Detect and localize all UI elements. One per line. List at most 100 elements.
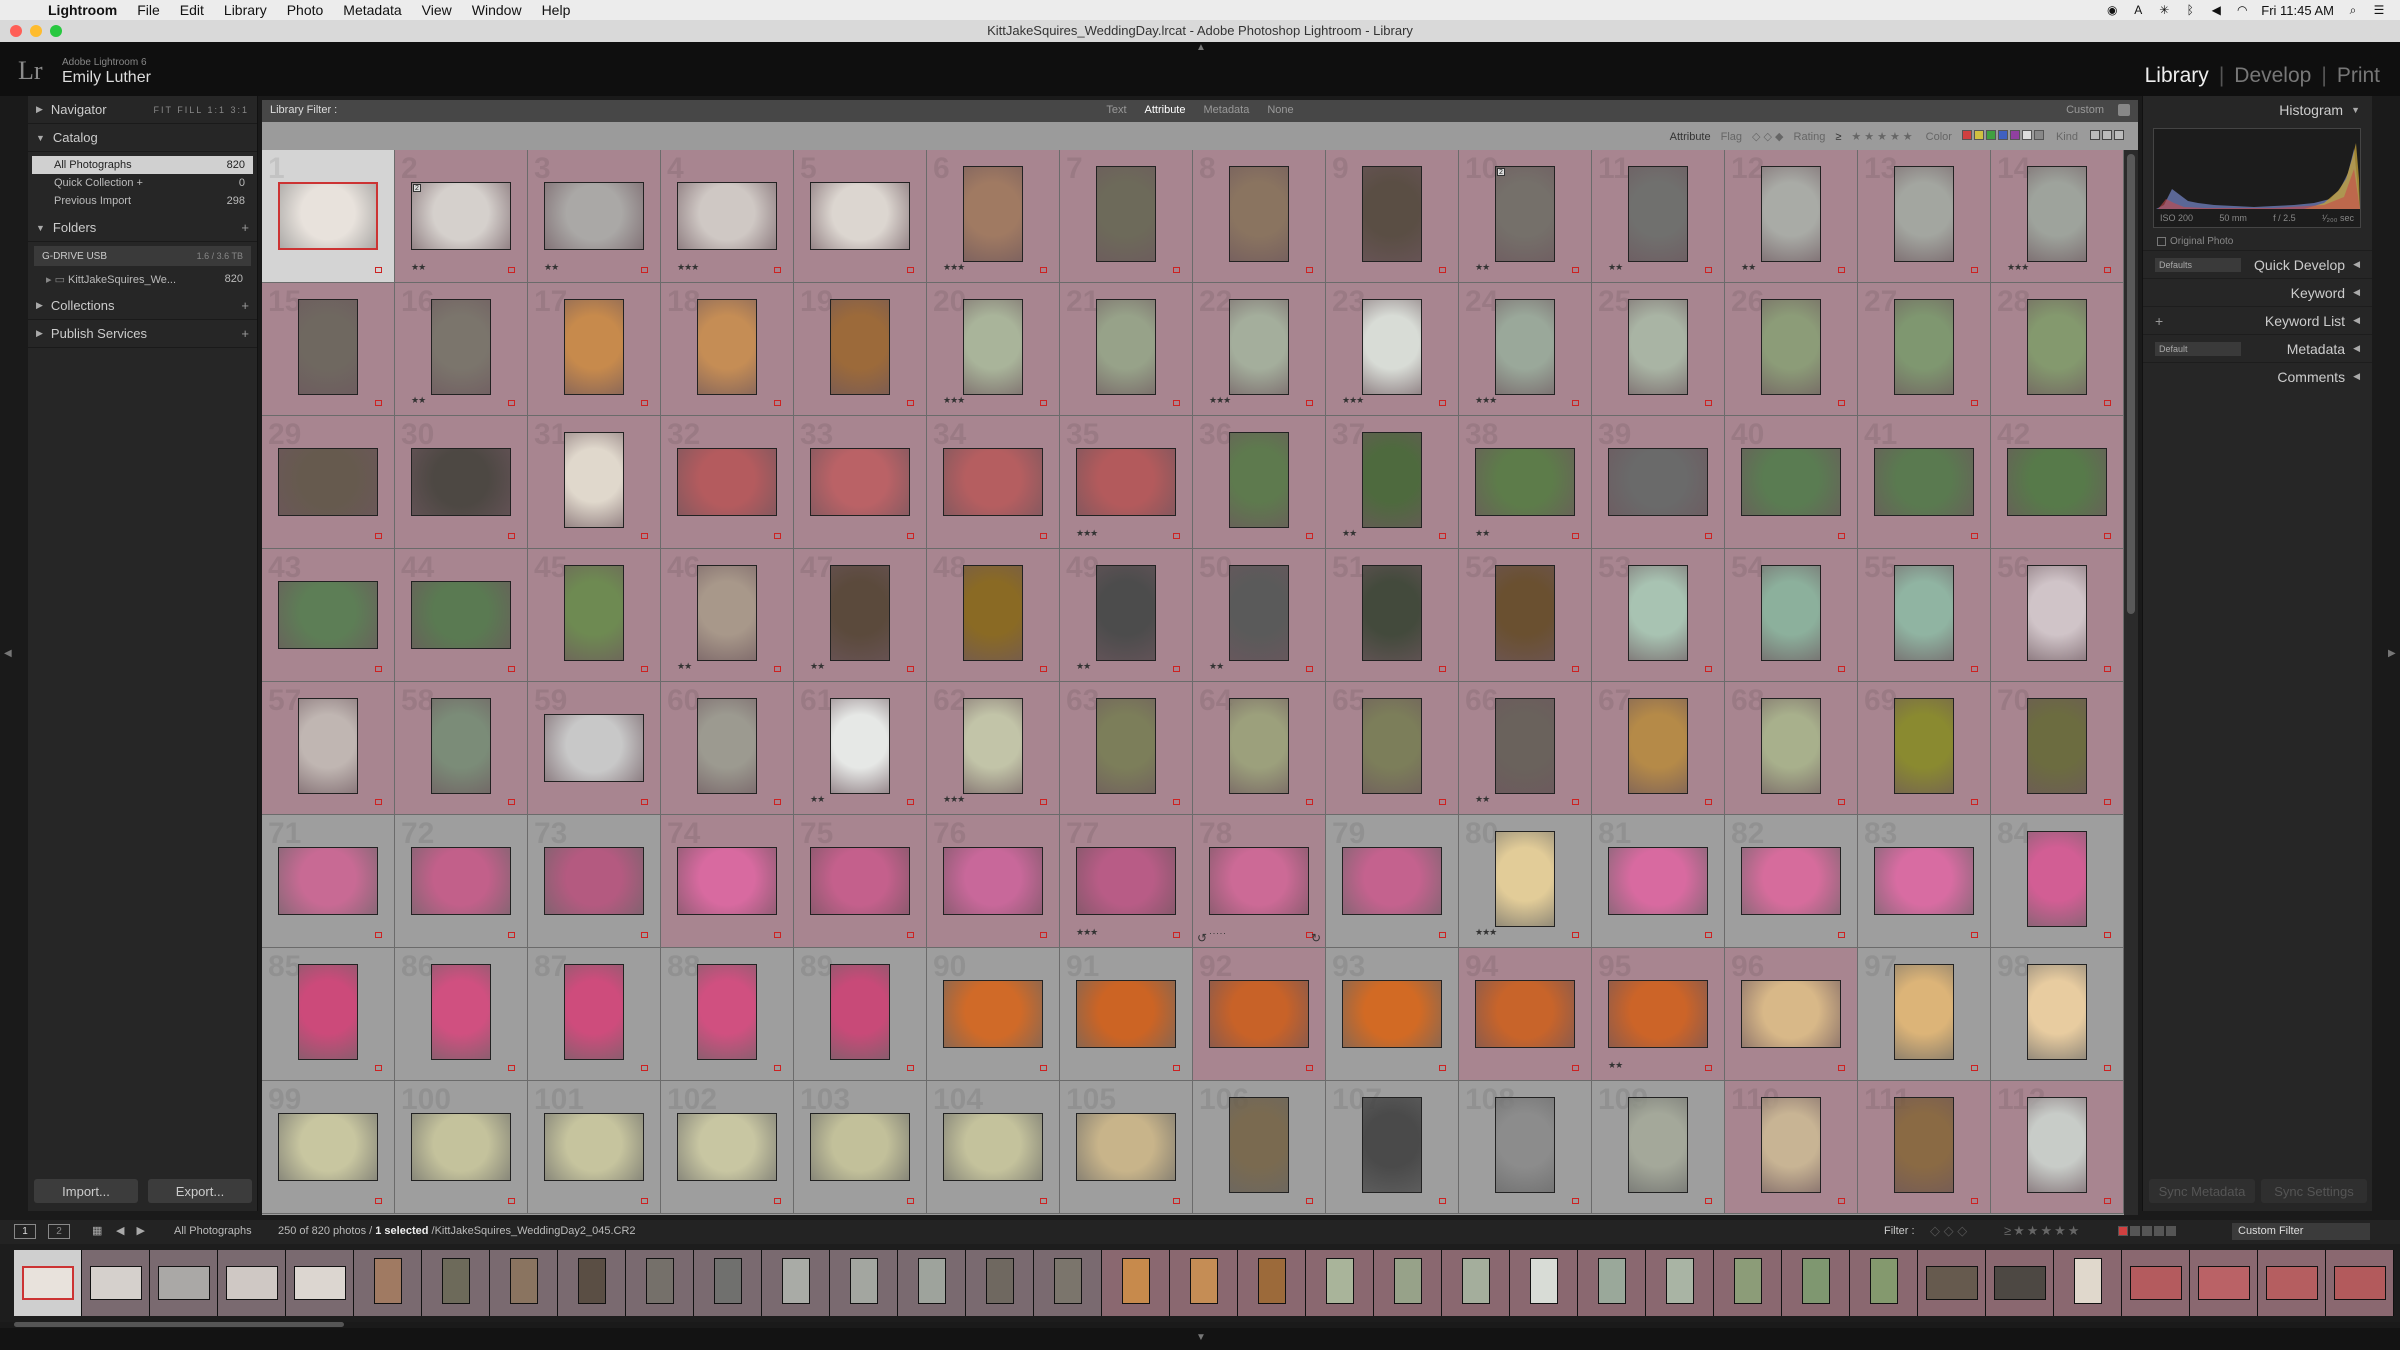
filmstrip-cell[interactable] (1850, 1250, 1918, 1316)
photo-cell[interactable]: 34 (927, 416, 1060, 549)
catalog-header[interactable]: ▼ Catalog (28, 124, 257, 152)
filmstrip-cell[interactable] (1986, 1250, 2054, 1316)
photo-cell[interactable]: 32 (661, 416, 794, 549)
filmstrip-cell[interactable] (1306, 1250, 1374, 1316)
photo-thumbnail[interactable] (1628, 565, 1688, 661)
photo-thumbnail[interactable] (697, 565, 757, 661)
filmstrip-cell[interactable] (898, 1250, 966, 1316)
photo-cell[interactable]: 89 (794, 948, 927, 1081)
star-rating[interactable]: ★★ (1475, 794, 1490, 805)
photo-cell[interactable]: 50 ★★ (1193, 549, 1326, 682)
photo-thumbnail[interactable] (2027, 1097, 2087, 1193)
filmstrip-thumbnail[interactable] (646, 1258, 674, 1304)
photo-cell[interactable]: 24 ★★★ (1459, 283, 1592, 416)
photo-cell[interactable]: 38 ★★ (1459, 416, 1592, 549)
photo-thumbnail[interactable] (830, 964, 890, 1060)
color-swatch-none[interactable] (2021, 130, 2032, 140)
photo-cell[interactable]: 39 (1592, 416, 1725, 549)
photo-cell[interactable]: 9 (1326, 150, 1459, 283)
star-rating[interactable]: · · · · · (1209, 928, 1226, 938)
kind-video-icon[interactable] (2114, 130, 2124, 140)
photo-cell[interactable]: 12 ★★ (1725, 150, 1858, 283)
folders-header[interactable]: ▼ Folders + (28, 214, 257, 242)
photo-cell[interactable]: 111 (1858, 1081, 1991, 1214)
filmstrip-cell[interactable] (1918, 1250, 1986, 1316)
add-publish-service-icon[interactable]: + (241, 326, 249, 341)
main-window-button[interactable]: 1 (14, 1224, 36, 1239)
photo-cell[interactable]: 91 (1060, 948, 1193, 1081)
photo-cell[interactable]: 5 (794, 150, 927, 283)
photo-cell[interactable]: 51 (1326, 549, 1459, 682)
filmstrip-thumbnail[interactable] (374, 1258, 402, 1304)
photo-cell[interactable]: 58 (395, 682, 528, 815)
photo-cell[interactable]: 85 (262, 948, 395, 1081)
filmstrip-cell[interactable] (1034, 1250, 1102, 1316)
photo-thumbnail[interactable] (544, 182, 644, 250)
rating-operator[interactable]: ≥ (1835, 131, 1841, 143)
photo-thumbnail[interactable] (810, 182, 910, 250)
filmstrip-cell[interactable] (2326, 1250, 2394, 1316)
photo-cell[interactable]: 71 (262, 815, 395, 948)
photo-cell[interactable]: 44 (395, 549, 528, 682)
photo-cell[interactable]: 40 (1725, 416, 1858, 549)
filmstrip-cell[interactable] (1442, 1250, 1510, 1316)
filmstrip-thumbnail[interactable] (158, 1266, 210, 1300)
photo-thumbnail[interactable] (963, 166, 1023, 262)
lock-icon[interactable] (2118, 104, 2130, 116)
filmstrip-cell[interactable] (558, 1250, 626, 1316)
photo-thumbnail[interactable] (677, 448, 777, 516)
photo-cell[interactable]: 11 ★★ (1592, 150, 1725, 283)
photo-thumbnail[interactable] (1229, 698, 1289, 794)
star-rating[interactable]: ★★ (1342, 528, 1357, 539)
filmstrip-thumbnail[interactable] (918, 1258, 946, 1304)
star-rating[interactable]: ★★ (1741, 262, 1756, 273)
photo-thumbnail[interactable] (810, 448, 910, 516)
photo-thumbnail[interactable] (1628, 299, 1688, 395)
color-swatch-purple[interactable] (2166, 1226, 2176, 1236)
star-rating[interactable]: ★★★ (943, 395, 965, 406)
color-filter-swatches[interactable] (2118, 1226, 2178, 1239)
photo-cell[interactable]: 102 (661, 1081, 794, 1214)
filmstrip-thumbnail[interactable] (22, 1266, 74, 1300)
photo-thumbnail[interactable] (564, 299, 624, 395)
bottom-panel-toggle-icon[interactable]: ▼ (1196, 1332, 1206, 1343)
photo-thumbnail[interactable] (1628, 1097, 1688, 1193)
photo-thumbnail[interactable] (1475, 980, 1575, 1048)
photo-thumbnail[interactable] (1076, 448, 1176, 516)
rotate-left-icon[interactable]: ↺ (1197, 931, 1207, 945)
volume-g-drive[interactable]: G-DRIVE USB 1.6 / 3.6 TB (34, 246, 251, 266)
color-swatch-red[interactable] (2118, 1226, 2128, 1236)
photo-cell[interactable]: 79 (1326, 815, 1459, 948)
star-rating[interactable]: ★★★ (1209, 395, 1231, 406)
photo-thumbnail[interactable] (1761, 565, 1821, 661)
export-button[interactable]: Export... (148, 1179, 252, 1203)
grid-view-icon[interactable]: ▦ (92, 1225, 104, 1237)
import-button[interactable]: Import... (34, 1179, 138, 1203)
grid-scroll-thumb[interactable] (2127, 154, 2135, 614)
photo-thumbnail[interactable] (564, 565, 624, 661)
photo-cell[interactable]: 64 (1193, 682, 1326, 815)
filmstrip-thumbnail[interactable] (294, 1266, 346, 1300)
filmstrip-thumbnail[interactable] (1190, 1258, 1218, 1304)
filter-tab-none[interactable]: None (1267, 104, 1293, 116)
photo-cell[interactable]: 26 (1725, 283, 1858, 416)
photo-thumbnail[interactable] (411, 581, 511, 649)
catalog-item-all-photographs[interactable]: All Photographs 820 (32, 156, 253, 174)
photo-thumbnail[interactable] (1495, 1097, 1555, 1193)
stack-badge[interactable]: 2 (1497, 168, 1505, 176)
star-rating[interactable]: ★★ (810, 794, 825, 805)
photo-cell[interactable]: 82 (1725, 815, 1858, 948)
filmstrip-thumbnail[interactable] (1994, 1266, 2046, 1300)
photo-cell[interactable]: 103 (794, 1081, 927, 1214)
photo-cell[interactable]: 104 (927, 1081, 1060, 1214)
photo-cell[interactable]: 52 (1459, 549, 1592, 682)
photo-thumbnail[interactable] (2027, 964, 2087, 1060)
filmstrip-scroll-thumb[interactable] (14, 1322, 344, 1327)
kind-master-icon[interactable] (2090, 130, 2100, 140)
photo-cell[interactable]: 27 (1858, 283, 1991, 416)
star-rating[interactable]: ★★★ (1342, 395, 1364, 406)
filmstrip-thumbnail[interactable] (1870, 1258, 1898, 1304)
flag-filter-icons[interactable]: ◇ ◇ ◆ (1752, 130, 1784, 143)
photo-thumbnail[interactable] (1894, 964, 1954, 1060)
filmstrip-cell[interactable] (830, 1250, 898, 1316)
